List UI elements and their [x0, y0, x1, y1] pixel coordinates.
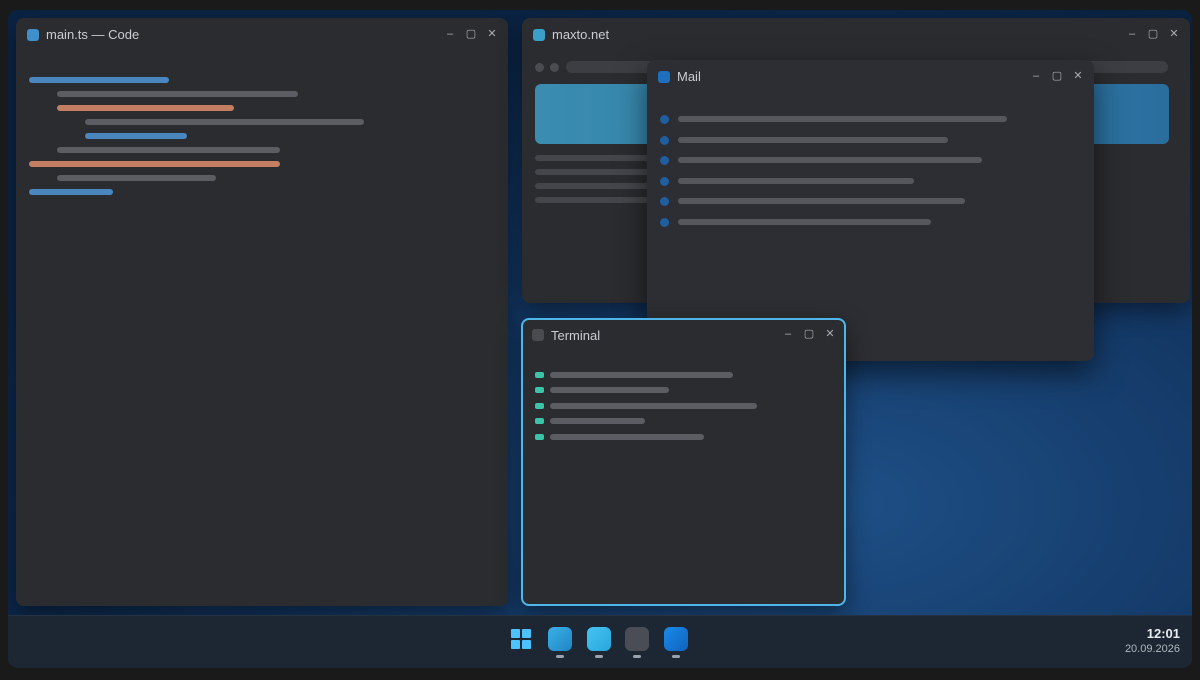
code-titlebar[interactable]: main.ts — Code – ▢ ✕ [16, 18, 508, 52]
unread-dot-icon [660, 177, 669, 186]
desktop: main.ts — Code – ▢ ✕ maxto.net – ▢ ✕ Mai… [8, 10, 1192, 668]
mail-subject-line [678, 178, 914, 184]
maximize-button[interactable]: ▢ [803, 327, 815, 341]
start-icon[interactable] [511, 629, 531, 649]
terminal-line [550, 372, 733, 378]
minimize-button[interactable]: – [444, 27, 456, 41]
code-line [29, 189, 113, 195]
code-line [57, 91, 298, 97]
browser-app-icon [533, 29, 545, 41]
mail-subject-line [678, 198, 965, 204]
code-line [57, 175, 216, 181]
code-line [57, 105, 234, 111]
unread-dot-icon [660, 156, 669, 165]
code-window-title: main.ts — Code [46, 27, 140, 42]
running-indicator [633, 655, 641, 658]
mail-subject-line [678, 116, 1007, 122]
terminal-titlebar[interactable]: Terminal – ▢ ✕ [523, 320, 844, 354]
clock-date: 20.09.2026 [1124, 643, 1180, 655]
terminal-line [550, 434, 704, 440]
code-line [85, 119, 364, 125]
text-line [535, 155, 665, 161]
code-app-icon [27, 29, 39, 41]
running-indicator [556, 655, 564, 658]
code-window[interactable]: main.ts — Code – ▢ ✕ [16, 18, 508, 606]
unread-dot-icon [660, 218, 669, 227]
minimize-button[interactable]: – [1126, 27, 1138, 41]
system-clock[interactable]: 12:01 20.09.2026 [1125, 626, 1180, 655]
mail-subject-line [678, 157, 982, 163]
terminal-app-icon [532, 329, 544, 341]
unread-dot-icon [660, 115, 669, 124]
mail-subject-line [678, 219, 931, 225]
terminal-prompt-icon [535, 418, 544, 424]
mail-app-icon [658, 71, 670, 83]
code-line [85, 133, 187, 139]
terminal-line [550, 418, 645, 424]
terminal-line [550, 403, 757, 409]
terminal-prompt-icon [535, 403, 544, 409]
browser-app-icon[interactable] [587, 627, 611, 658]
unread-dot-icon [660, 197, 669, 206]
code-line [57, 147, 280, 153]
maximize-button[interactable]: ▢ [1147, 27, 1159, 41]
terminal-window-title: Terminal [551, 328, 601, 343]
mail-titlebar[interactable]: Mail – ▢ ✕ [647, 60, 1094, 94]
maximize-button[interactable]: ▢ [1051, 69, 1063, 83]
terminal-window[interactable]: Terminal – ▢ ✕ [521, 318, 846, 606]
terminal-prompt-icon [535, 372, 544, 378]
mail-app-icon[interactable] [664, 627, 688, 658]
code-line [29, 161, 280, 167]
unread-dot-icon [660, 136, 669, 145]
running-indicator [672, 655, 680, 658]
terminal-prompt-icon [535, 387, 544, 393]
maximize-button[interactable]: ▢ [465, 27, 477, 41]
terminal-app-icon[interactable] [625, 627, 649, 658]
taskbar: 12:01 20.09.2026 [8, 615, 1192, 668]
code-app-icon[interactable] [548, 627, 572, 658]
mail-window[interactable]: Mail – ▢ ✕ [647, 60, 1094, 361]
text-line [535, 169, 665, 175]
terminal-line [550, 387, 669, 393]
minimize-button[interactable]: – [782, 327, 794, 341]
clock-time: 12:01 [1146, 626, 1180, 641]
close-button[interactable]: ✕ [1072, 69, 1084, 83]
text-line [535, 183, 665, 189]
browser-back-icon[interactable] [535, 63, 544, 72]
browser-forward-icon[interactable] [550, 63, 559, 72]
code-line [29, 77, 169, 83]
minimize-button[interactable]: – [1030, 69, 1042, 83]
browser-window-title: maxto.net [552, 27, 610, 42]
mail-subject-line [678, 137, 948, 143]
terminal-prompt-icon [535, 434, 544, 440]
text-line [535, 197, 665, 203]
browser-titlebar[interactable]: maxto.net – ▢ ✕ [522, 18, 1190, 52]
running-indicator [595, 655, 603, 658]
close-button[interactable]: ✕ [824, 327, 836, 341]
close-button[interactable]: ✕ [1168, 27, 1180, 41]
mail-window-title: Mail [677, 69, 701, 84]
close-button[interactable]: ✕ [486, 27, 498, 41]
